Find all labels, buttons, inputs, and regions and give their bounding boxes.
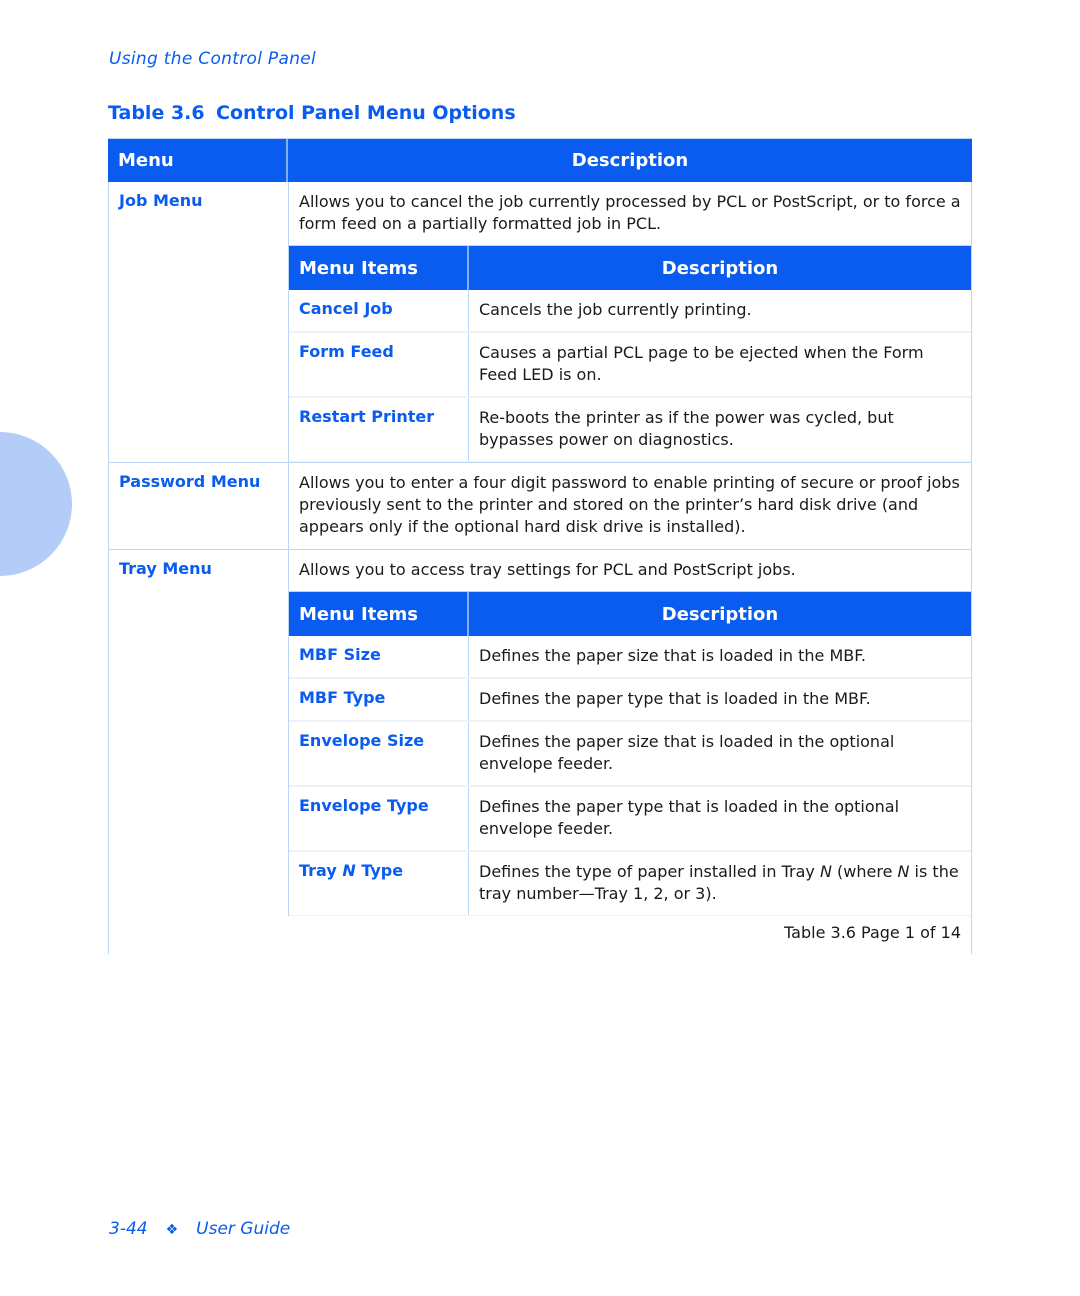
table-row: Form Feed Causes a partial PCL page to b… xyxy=(289,333,971,398)
item-name-suffix: Type xyxy=(355,861,404,880)
table-row: Restart Printer Re-boots the printer as … xyxy=(289,398,971,462)
table-header-row: Menu Description xyxy=(108,138,972,182)
item-name: MBF Type xyxy=(289,679,469,720)
page-number: 3-44 xyxy=(109,1219,148,1239)
table-continuation-note: Table 3.6 Page 1 of 14 xyxy=(108,916,972,954)
sub-header-row: Menu Items Description xyxy=(289,245,971,290)
sub-header-menu-items: Menu Items xyxy=(289,592,469,636)
desc-variable: N xyxy=(819,862,832,881)
item-description: Cancels the job currently printing. xyxy=(479,300,752,319)
item-name: Form Feed xyxy=(289,333,469,396)
diamond-separator-icon: ❖ xyxy=(165,1222,179,1238)
section-job-menu: Job Menu Allows you to cancel the job cu… xyxy=(108,182,972,463)
sub-header-description: Description xyxy=(661,603,779,625)
chapter-side-tab xyxy=(0,432,72,576)
item-name: Restart Printer xyxy=(289,398,469,461)
item-description: Defines the paper type that is loaded in… xyxy=(479,797,900,838)
item-description: Causes a partial PCL page to be ejected … xyxy=(479,343,924,384)
item-name: Envelope Size xyxy=(289,722,469,785)
menu-description: Allows you to access tray settings for P… xyxy=(299,560,796,579)
menu-options-table: Menu Description Job Menu Allows you to … xyxy=(108,138,972,954)
menu-description: Allows you to enter a four digit passwor… xyxy=(299,473,960,536)
header-description: Description xyxy=(571,150,689,171)
table-row: Envelope Type Defines the paper type tha… xyxy=(289,787,971,852)
table-row: MBF Type Defines the paper type that is … xyxy=(289,679,971,722)
menu-description: Allows you to cancel the job currently p… xyxy=(299,192,961,233)
sub-header-description: Description xyxy=(661,257,779,279)
menu-name: Job Menu xyxy=(109,182,289,462)
item-description: Defines the paper size that is loaded in… xyxy=(479,732,895,773)
item-description: Defines the paper type that is loaded in… xyxy=(479,689,871,708)
item-name-prefix: Tray xyxy=(299,861,343,880)
item-name: Envelope Type xyxy=(289,787,469,850)
item-name: MBF Size xyxy=(289,636,469,677)
menu-name: Tray Menu xyxy=(109,550,289,916)
running-head: Using the Control Panel xyxy=(109,49,317,69)
item-name-variable: N xyxy=(342,861,356,880)
table-number: Table 3.6 xyxy=(108,102,205,124)
guide-title: User Guide xyxy=(196,1219,291,1239)
table-caption: Control Panel Menu Options xyxy=(216,102,516,124)
table-row: Envelope Size Defines the paper size tha… xyxy=(289,722,971,787)
sub-header-menu-items: Menu Items xyxy=(289,246,469,290)
item-description: Re-boots the printer as if the power was… xyxy=(479,408,894,449)
page-footer: 3-44 ❖ User Guide xyxy=(109,1219,290,1239)
item-name: Tray N Type xyxy=(289,852,469,915)
desc-variable: N xyxy=(897,862,910,881)
sub-header-row: Menu Items Description xyxy=(289,591,971,636)
item-description: Defines the paper size that is loaded in… xyxy=(479,646,866,665)
item-name: Cancel Job xyxy=(289,290,469,331)
menu-name: Password Menu xyxy=(109,463,289,549)
table-row: Cancel Job Cancels the job currently pri… xyxy=(289,290,971,333)
table-title: Table 3.6 Control Panel Menu Options xyxy=(108,102,516,124)
header-menu: Menu xyxy=(108,139,288,182)
desc-part: (where xyxy=(831,862,898,881)
section-tray-menu: Tray Menu Allows you to access tray sett… xyxy=(108,550,972,916)
desc-part: Defines the type of paper installed in T… xyxy=(479,862,820,881)
table-row: MBF Size Defines the paper size that is … xyxy=(289,636,971,679)
table-row: Tray N Type Defines the type of paper in… xyxy=(289,852,971,916)
section-password-menu: Password Menu Allows you to enter a four… xyxy=(108,463,972,550)
item-description: Defines the type of paper installed in T… xyxy=(469,852,971,915)
